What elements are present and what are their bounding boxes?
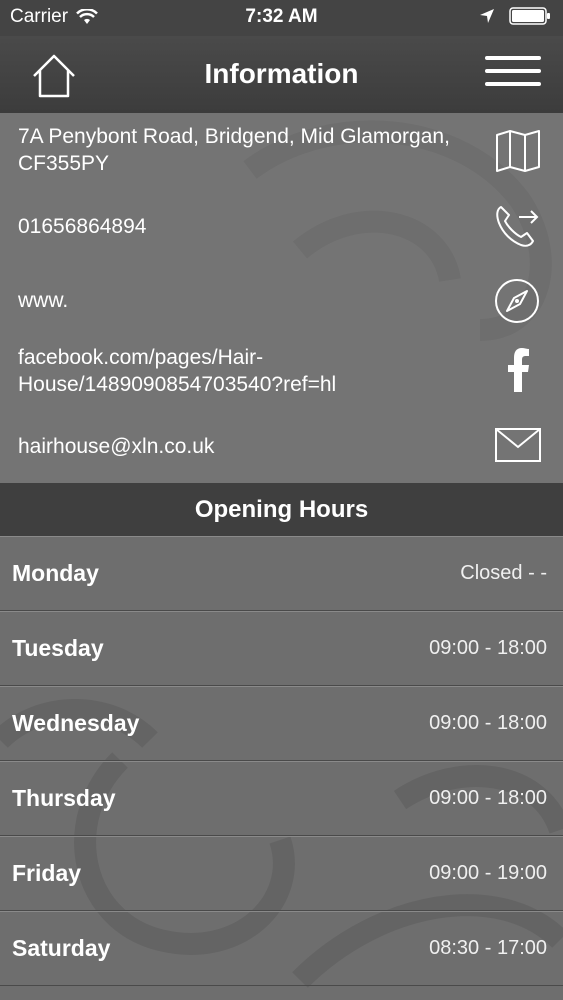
email-row[interactable]: hairhouse@xln.co.uk	[18, 425, 545, 475]
website-row[interactable]: www.	[18, 275, 545, 335]
facebook-icon[interactable]	[505, 348, 531, 392]
address-row[interactable]: 7A Penybont Road, Bridgend, Mid Glamorga…	[18, 123, 545, 193]
status-right	[479, 7, 551, 25]
time-range: 08:30 - 17:00	[429, 937, 547, 959]
time-range: 09:00 - 18:00	[429, 637, 547, 659]
hamburger-menu-icon[interactable]	[485, 56, 541, 90]
contact-info-section: 7A Penybont Road, Bridgend, Mid Glamorga…	[0, 113, 563, 483]
navigation-bar: Information	[0, 36, 563, 113]
location-arrow-icon	[480, 9, 494, 23]
time-range: 09:00 - 18:00	[429, 787, 547, 809]
hours-row-tuesday: Tuesday 09:00 - 18:00	[0, 611, 563, 686]
time-range: 09:00 - 18:00	[429, 712, 547, 734]
day-label: Monday	[12, 560, 99, 586]
facebook-text: facebook.com/pages/Hair-House/1489090854…	[18, 346, 337, 396]
hours-row-saturday: Saturday 08:30 - 17:00	[0, 911, 563, 986]
hours-row-wednesday: Wednesday 09:00 - 18:00	[0, 686, 563, 761]
facebook-row[interactable]: facebook.com/pages/Hair-House/1489090854…	[18, 344, 545, 414]
day-label: Tuesday	[12, 635, 104, 661]
day-label: Wednesday	[12, 710, 140, 736]
day-label: Saturday	[12, 935, 111, 961]
phone-row[interactable]: 01656864894	[18, 201, 545, 261]
phone-call-icon[interactable]	[493, 201, 541, 249]
page-title: Information	[204, 58, 359, 89]
day-label: Thursday	[12, 785, 116, 811]
website-text: www.	[18, 289, 69, 312]
compass-icon[interactable]	[493, 277, 541, 325]
hours-row-monday: Monday Closed - -	[0, 536, 563, 611]
hours-row-friday: Friday 09:00 - 19:00	[0, 836, 563, 911]
battery-icon	[509, 7, 550, 25]
time-range: 09:00 - 19:00	[429, 862, 547, 884]
hours-row-thursday: Thursday 09:00 - 18:00	[0, 761, 563, 836]
status-bar: Carrier 7:32 AM	[0, 0, 563, 36]
day-label: Friday	[12, 860, 82, 886]
time-range: Closed - -	[460, 562, 547, 584]
phone-text: 01656864894	[18, 215, 147, 238]
envelope-icon[interactable]	[495, 428, 541, 462]
opening-hours-header: Opening Hours	[0, 483, 563, 536]
address-text: 7A Penybont Road, Bridgend, Mid Glamorga…	[18, 125, 450, 175]
map-icon[interactable]	[495, 129, 541, 173]
opening-hours-list: Monday Closed - - Tuesday 09:00 - 18:00 …	[0, 536, 563, 986]
email-text: hairhouse@xln.co.uk	[18, 435, 215, 458]
